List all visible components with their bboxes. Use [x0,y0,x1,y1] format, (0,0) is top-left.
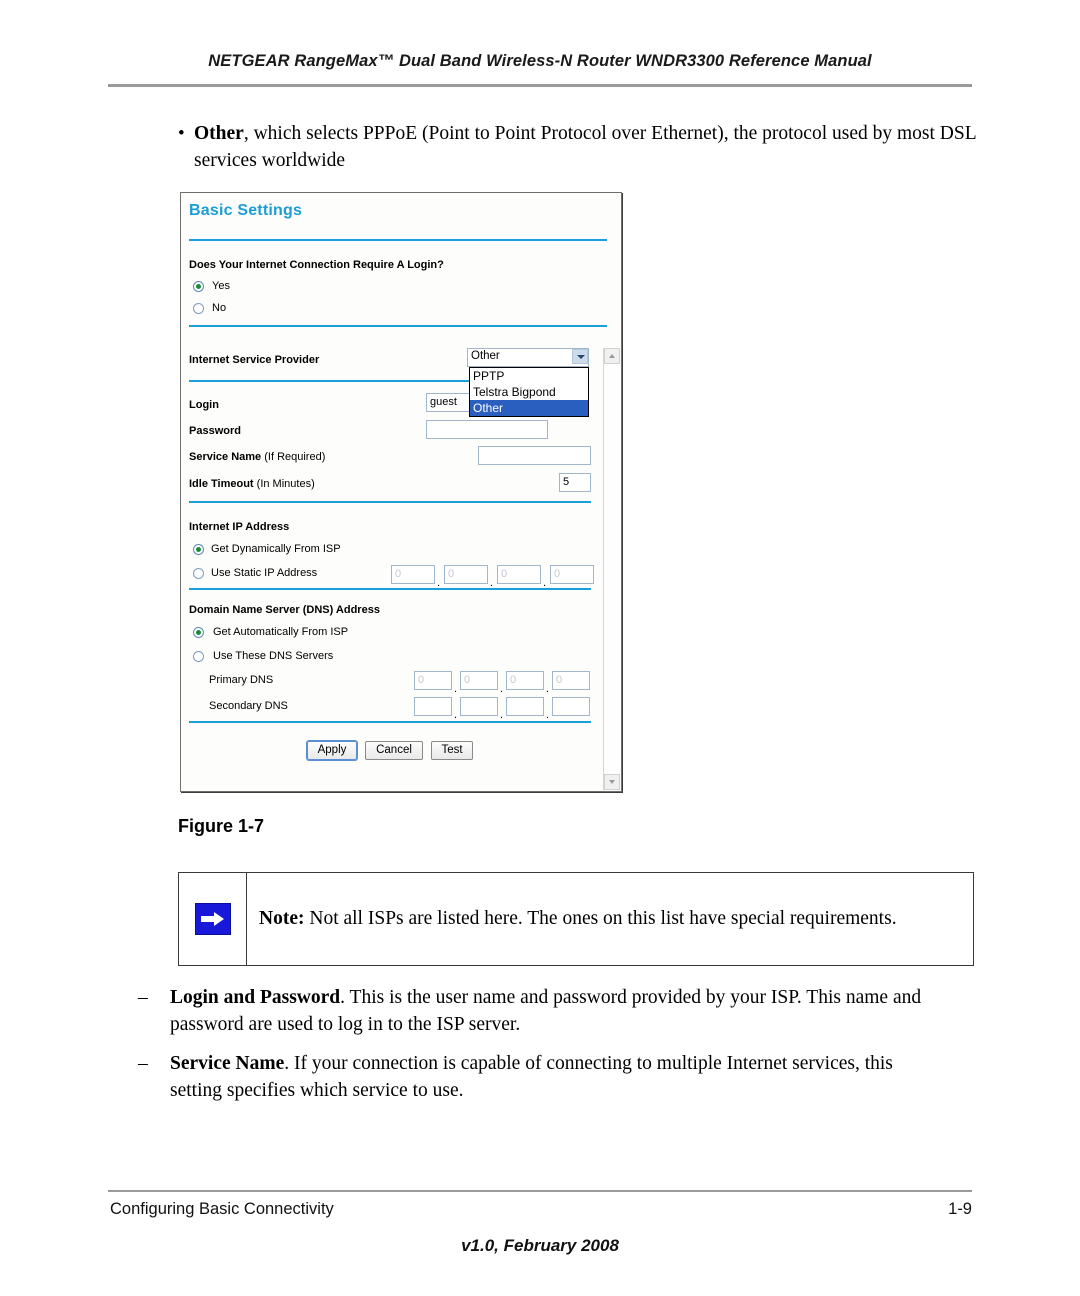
radio-dns-auto[interactable] [193,627,204,638]
radio-login-yes-label: Yes [212,280,230,292]
intro-bullet-bold: Other [194,123,244,144]
dash-bullet-text: Service Name. If your connection is capa… [170,1050,938,1104]
divider-before-buttons [189,721,591,723]
secondary-dns-octet-4[interactable] [552,697,590,716]
header-divider [108,84,972,87]
router-ui-viewport: Basic Settings Does Your Internet Connec… [181,193,621,791]
static-ip-octet-1[interactable]: 0 [391,565,435,584]
note-text: Note: Not all ISPs are listed here. The … [247,906,909,932]
divider-after-login-question [189,325,607,327]
idle-timeout-input[interactable]: 5 [559,473,591,492]
secondary-dns-octet-2[interactable] [460,697,498,716]
dash-bullet-text: Login and Password. This is the user nam… [170,984,938,1038]
idle-timeout-label-suffix: (In Minutes) [256,478,315,490]
radio-ip-static[interactable] [193,568,204,579]
static-ip-octet-2[interactable]: 0 [444,565,488,584]
apply-button[interactable]: Apply [307,741,357,760]
radio-ip-dynamic[interactable] [193,544,204,555]
footer-section-title: Configuring Basic Connectivity [110,1200,334,1218]
radio-ip-dynamic-label: Get Dynamically From ISP [211,543,341,555]
arrow-right-icon [194,903,231,935]
note-callout: Note: Not all ISPs are listed here. The … [178,872,974,966]
static-ip-dot-3: . [543,577,547,589]
footer-version: v1.0, February 2008 [461,1236,619,1255]
primary-dns-octet-4[interactable]: 0 [552,671,590,690]
login-label: Login [189,399,219,411]
intro-bullet-rest: , which selects PPPoE (Point to Point Pr… [194,123,976,171]
primary-dns-dot-1: . [454,683,458,695]
isp-option-other[interactable]: Other [470,400,588,416]
dash-bullet-service-name: – Service Name. If your connection is ca… [138,1050,938,1104]
service-name-input[interactable] [478,446,591,465]
cancel-button[interactable]: Cancel [365,741,423,760]
dash-bullet-bold: Service Name [170,1053,285,1074]
primary-dns-octet-3[interactable]: 0 [506,671,544,690]
isp-label: Internet Service Provider [189,354,320,366]
test-button[interactable]: Test [431,741,473,760]
idle-timeout-label: Idle Timeout (In Minutes) [189,478,315,490]
static-ip-octet-3[interactable]: 0 [497,565,541,584]
panel-title: Basic Settings [189,202,303,219]
intro-bullet-text: Other, which selects PPPoE (Point to Poi… [194,120,978,174]
static-ip-dot-1: . [437,577,441,589]
radio-login-no-label: No [212,302,227,314]
service-name-label-suffix: (If Required) [264,451,326,463]
static-ip-dot-2: . [490,577,494,589]
isp-select-value: Other [471,350,500,362]
idle-timeout-label-main: Idle Timeout [189,478,254,490]
secondary-dns-dot-1: . [454,709,458,721]
secondary-dns-octet-3[interactable] [506,697,544,716]
divider-after-internet-ip [189,588,591,590]
chevron-down-icon[interactable] [572,349,588,364]
radio-dns-auto-label: Get Automatically From ISP [213,626,349,638]
radio-ip-static-label: Use Static IP Address [211,567,318,579]
intro-bullet: • Other, which selects PPPoE (Point to P… [178,120,978,174]
radio-login-yes[interactable] [193,281,204,292]
secondary-dns-octet-1[interactable] [414,697,452,716]
footer-page-number: 1-9 [948,1200,972,1218]
bullet-marker: • [178,123,185,144]
dash-marker: – [138,1053,148,1074]
password-input[interactable] [426,420,548,439]
router-ui-screenshot: Basic Settings Does Your Internet Connec… [180,192,622,792]
vertical-scrollbar[interactable] [603,348,620,790]
primary-dns-octet-2[interactable]: 0 [460,671,498,690]
divider-after-isp [189,380,479,382]
footer-divider [108,1190,972,1192]
isp-option-telstra-bigpond[interactable]: Telstra Bigpond [470,384,588,400]
primary-dns-dot-3: . [546,683,550,695]
primary-dns-label: Primary DNS [209,674,274,686]
password-label: Password [189,425,241,437]
divider-top [189,239,607,241]
note-body: Not all ISPs are listed here. The ones o… [309,908,897,929]
internet-ip-heading: Internet IP Address [189,521,290,533]
secondary-dns-dot-2: . [500,709,504,721]
divider-after-idle-timeout [189,501,591,503]
login-question-label: Does Your Internet Connection Require A … [189,259,444,271]
note-label: Note: [259,908,305,929]
radio-login-no[interactable] [193,303,204,314]
scrollbar-track[interactable] [604,364,620,774]
scroll-down-arrow-icon[interactable] [604,774,620,790]
dash-marker: – [138,987,148,1008]
service-name-label-main: Service Name [189,451,262,463]
isp-select[interactable]: Other [467,348,589,367]
primary-dns-octet-1[interactable]: 0 [414,671,452,690]
page-header-title: NETGEAR RangeMax™ Dual Band Wireless-N R… [208,52,872,70]
isp-option-list[interactable]: PPTP Telstra Bigpond Other [469,367,589,417]
radio-dns-manual[interactable] [193,651,204,662]
primary-dns-dot-2: . [500,683,504,695]
note-icon-cell [179,873,247,965]
radio-dns-manual-label: Use These DNS Servers [213,650,334,662]
static-ip-octet-4[interactable]: 0 [550,565,594,584]
dash-bullet-bold: Login and Password [170,987,341,1008]
figure-caption: Figure 1-7 [178,816,265,836]
secondary-dns-label: Secondary DNS [209,700,288,712]
secondary-dns-dot-3: . [546,709,550,721]
service-name-label: Service Name (If Required) [189,451,325,463]
isp-option-pptp[interactable]: PPTP [470,368,588,384]
dash-bullet-login-password: – Login and Password. This is the user n… [138,984,938,1038]
scroll-up-arrow-icon[interactable] [604,348,620,364]
dns-heading: Domain Name Server (DNS) Address [189,604,380,616]
